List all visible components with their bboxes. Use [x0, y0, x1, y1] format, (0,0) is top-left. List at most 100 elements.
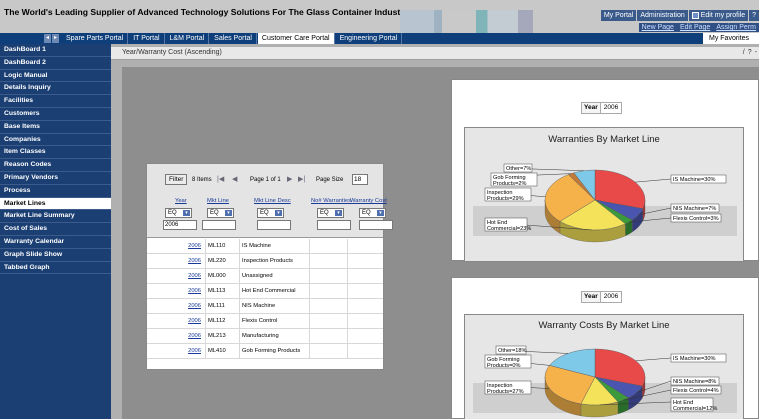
cost-operator-select[interactable]: EQ ▾: [359, 208, 386, 218]
year-operator-select[interactable]: EQ ▾: [165, 208, 192, 218]
sidebar-item-market-line-summary[interactable]: Market Line Summary: [0, 210, 111, 224]
my-favorites-button[interactable]: My Favorites: [703, 33, 759, 44]
cell-divider: [309, 239, 310, 254]
first-page-icon[interactable]: |◀: [217, 175, 224, 183]
sidebar-item-warranty-calendar[interactable]: Warranty Calendar: [0, 236, 111, 249]
row-year-link[interactable]: 2006: [183, 333, 201, 339]
grid-rows: 2006 ML110 IS Machine 2006 ML220 Inspection P…: [147, 239, 383, 359]
warranties-operator-select[interactable]: EQ ▾: [317, 208, 344, 218]
sidebar-item-tabbed-graph[interactable]: Tabbed Graph: [0, 262, 111, 275]
year-filter-input[interactable]: 2006: [163, 220, 197, 230]
edit-icon[interactable]: /: [743, 49, 745, 56]
row-year-link[interactable]: 2006: [183, 258, 201, 264]
cell-divider: [309, 254, 310, 269]
cell-divider: [347, 299, 348, 314]
chevron-down-icon: ▾: [335, 210, 342, 216]
sidebar-item-base-items[interactable]: Base Items: [0, 121, 111, 134]
sidebar-item-process[interactable]: Process: [0, 185, 111, 198]
desc-operator-select[interactable]: EQ ▾: [257, 208, 284, 218]
sidebar-item-reason-codes[interactable]: Reason Codes: [0, 159, 111, 172]
minimize-icon[interactable]: -: [755, 49, 757, 56]
help-icon[interactable]: ?: [749, 10, 759, 21]
tab-sales-portal[interactable]: Sales Portal: [210, 33, 257, 44]
cell-divider: [309, 329, 310, 344]
warranty-costs-chart-panel: Year 2006 Warranty Costs By Market Line …: [451, 277, 759, 419]
row-year-link[interactable]: 2006: [183, 303, 201, 309]
cell-divider: [239, 269, 240, 284]
page-size-input[interactable]: [352, 174, 368, 185]
column-header-warranty-cost[interactable]: Warranty Cost: [350, 198, 387, 204]
sidebar-item-details-inquiry[interactable]: Details Inquiry: [0, 82, 111, 96]
sidebar-item-item-classes[interactable]: Item Classes: [0, 146, 111, 160]
prev-page-icon[interactable]: ◀: [232, 175, 237, 183]
tab-scroll-left-icon[interactable]: ◂: [44, 34, 51, 43]
cell-divider: [309, 299, 310, 314]
tab-it-portal[interactable]: IT Portal: [129, 33, 165, 44]
sidebar-item-companies[interactable]: Companies: [0, 134, 111, 147]
last-page-icon[interactable]: ▶|: [298, 175, 305, 183]
sidebar-item-graph-slide-show[interactable]: Graph Slide Show: [0, 249, 111, 262]
new-page-link[interactable]: New Page: [642, 23, 674, 32]
sidebar-item-customers[interactable]: Customers: [0, 108, 111, 121]
column-header-mkt-line-desc[interactable]: Mkt Line Desc: [254, 198, 291, 204]
tab-engineering-portal[interactable]: Engineering Portal: [336, 33, 403, 44]
tab-spare-parts-portal[interactable]: Spare Parts Portal: [62, 33, 129, 44]
tab-customer-care-portal[interactable]: Customer Care Portal: [257, 33, 335, 44]
chevron-down-icon: ▾: [377, 210, 384, 216]
edit-profile-icon: [691, 12, 699, 19]
my-portal-link[interactable]: My Portal: [600, 10, 637, 21]
year-label: Year: [582, 292, 601, 302]
row-description: Hot End Commercial: [242, 288, 296, 294]
warranties-filter-input[interactable]: [317, 220, 351, 230]
sidebar-item-market-lines[interactable]: Market Lines: [0, 197, 111, 211]
sidebar-item-primary-vendors[interactable]: Primary Vendors: [0, 172, 111, 185]
filter-button[interactable]: Filter: [165, 174, 188, 185]
year-selector[interactable]: Year 2006: [581, 291, 623, 303]
row-year-link[interactable]: 2006: [183, 273, 201, 279]
cell-divider: [239, 284, 240, 299]
slice-label-flexis-control: Flexis Control=4%: [673, 388, 719, 394]
column-header-mkt-line[interactable]: Mkt Line: [207, 198, 229, 204]
next-page-icon[interactable]: ▶: [287, 175, 292, 183]
row-year-link[interactable]: 2006: [183, 348, 201, 354]
tab-scroll-right-icon[interactable]: ▸: [52, 34, 59, 43]
cell-divider: [239, 344, 240, 359]
page-actions: New Page Edit Page Assign Perm: [638, 23, 759, 32]
row-description: IS Machine: [242, 243, 271, 249]
page-header: Year/Warranty Cost (Ascending) / ? -: [111, 47, 759, 60]
cell-divider: [205, 269, 206, 284]
slice-label-is-machine: IS Machine=30%: [673, 356, 715, 362]
help-icon[interactable]: ?: [748, 49, 752, 56]
cell-divider: [205, 329, 206, 344]
administration-link[interactable]: Administration: [637, 10, 688, 21]
row-year-link[interactable]: 2006: [183, 318, 201, 324]
edit-page-link[interactable]: Edit Page: [680, 23, 710, 32]
cell-divider: [239, 254, 240, 269]
table-row: 2006 ML112 Flexis Control: [147, 314, 383, 329]
slice-label-line: Products=2%: [493, 181, 526, 187]
sidebar-item-logic-manual[interactable]: Logic Manual: [0, 70, 111, 83]
column-header-no-warranties[interactable]: No# Warranties: [311, 198, 351, 204]
year-selector[interactable]: Year 2006: [581, 102, 623, 114]
item-count: 8 Items: [192, 177, 212, 183]
row-year-link[interactable]: 2006: [183, 288, 201, 294]
mkt-line-operator-select[interactable]: EQ ▾: [207, 208, 234, 218]
sidebar-item-dashboard-1[interactable]: DashBoard 1: [0, 44, 111, 57]
cell-divider: [205, 239, 206, 254]
row-mkt-line: ML220: [208, 258, 226, 264]
cost-filter-input[interactable]: [359, 220, 393, 230]
desc-filter-input[interactable]: [257, 220, 291, 230]
warranties-chart: Warranties By Market Line IS Machine=30%…: [464, 127, 744, 262]
column-header-year[interactable]: Year: [175, 198, 187, 204]
sidebar-item-cost-of-sales[interactable]: Cost of Sales: [0, 223, 111, 236]
assign-perm-link[interactable]: Assign Perm: [716, 23, 756, 32]
row-year-link[interactable]: 2006: [183, 243, 201, 249]
table-row: 2006 ML113 Hot End Commercial: [147, 284, 383, 299]
sidebar-item-facilities[interactable]: Facilities: [0, 95, 111, 108]
edit-profile-link[interactable]: Edit my profile: [688, 10, 749, 21]
chevron-down-icon: ▾: [183, 210, 190, 216]
tab-l-m-portal[interactable]: L&M Portal: [166, 33, 210, 44]
mkt-line-filter-input[interactable]: [202, 220, 236, 230]
sidebar-item-dashboard-2[interactable]: DashBoard 2: [0, 57, 111, 70]
cell-divider: [239, 239, 240, 254]
